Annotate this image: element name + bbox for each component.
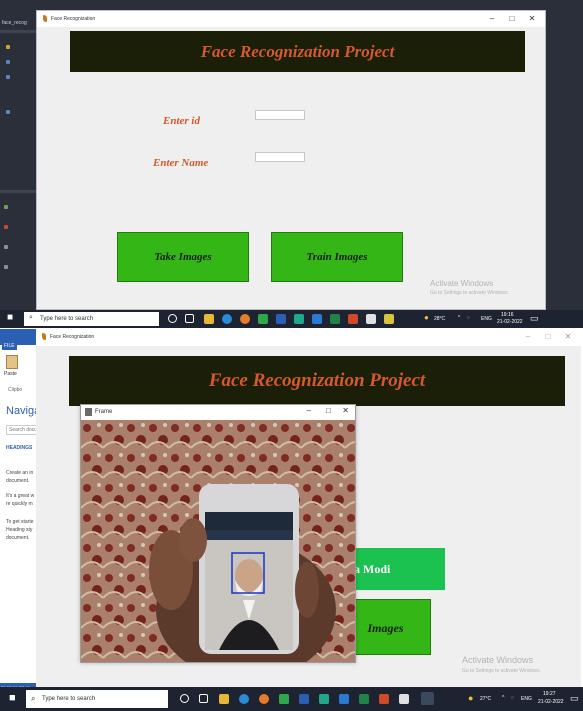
id-label: Enter id	[163, 115, 200, 127]
nav-help-text-1: Create an in document.	[6, 470, 34, 484]
minimize-button[interactable]: –	[519, 331, 537, 343]
weather-icon: ●	[468, 693, 474, 703]
minimize-button[interactable]: –	[483, 13, 501, 25]
nav-help-text-3: To get starte Heading sty document.	[6, 519, 34, 541]
app-banner-2: Face Recognization Project	[69, 356, 565, 406]
search-icon: ⌕	[31, 694, 36, 703]
maximize-button[interactable]: □	[503, 13, 521, 25]
pycharm-icon[interactable]	[319, 694, 329, 704]
file-explorer-icon[interactable]	[204, 314, 214, 324]
language-indicator-2[interactable]: ENG	[521, 696, 532, 702]
ide-project-title: face_recog	[2, 20, 27, 26]
blue-app-icon[interactable]	[339, 694, 349, 704]
window-title-2: Face Recognization	[50, 334, 95, 340]
app-banner: Face Recognization Project	[70, 31, 525, 72]
weather-temp: 28°C	[434, 316, 446, 322]
ide-sidebar: face_recog	[0, 0, 36, 328]
activate-subtitle-2: Go to Settings to activate Windows.	[462, 668, 541, 674]
network-icon[interactable]: ◌	[511, 695, 514, 701]
taskbar-bottom: ■ ⌕ Type here to search ● 27°C ^ ◌ ENG 1…	[0, 687, 583, 711]
close-button[interactable]: ✕	[523, 13, 541, 25]
weather-temp-2: 27°C	[480, 696, 492, 702]
search-icon: ⌕	[29, 314, 33, 321]
feather-icon	[42, 333, 46, 340]
tray-chevron-icon[interactable]: ^	[502, 695, 504, 701]
network-icon[interactable]: ◌	[467, 315, 470, 321]
python-icon[interactable]	[421, 692, 434, 705]
take-images-button[interactable]: Take Images	[117, 232, 249, 282]
feather-icon	[43, 15, 47, 22]
clock-time-2[interactable]: 19:27	[543, 691, 556, 697]
camera-feed	[81, 420, 355, 662]
train-images-button[interactable]: Train Images	[271, 232, 403, 282]
clock-date[interactable]: 21-02-2022	[497, 319, 523, 325]
activate-title: Activate Windows	[430, 279, 494, 288]
blue-app-icon[interactable]	[312, 314, 322, 324]
bottom-panel: FILE Paste Clipbo Naviga Search docu HEA…	[0, 329, 583, 711]
clock-time[interactable]: 19:16	[501, 312, 514, 318]
firefox-icon[interactable]	[259, 694, 269, 704]
notifications-icon[interactable]: ▭	[570, 693, 579, 704]
paste-icon[interactable]	[6, 355, 18, 369]
python-icon[interactable]	[384, 314, 394, 324]
nav-help-text-2: It's a great w re quickly m	[6, 493, 35, 507]
camera-frame-window: Frame – □ ✕	[80, 404, 356, 663]
frame-close-button[interactable]: ✕	[342, 406, 349, 415]
name-input[interactable]	[255, 152, 305, 162]
taskbar-search[interactable]: ⌕ Type here to search	[24, 312, 159, 326]
taskbar-search-2[interactable]: ⌕ Type here to search	[26, 690, 168, 708]
word-icon[interactable]	[276, 314, 286, 324]
search-placeholder: Type here to search	[40, 316, 94, 322]
edge-icon[interactable]	[222, 314, 232, 324]
window-titlebar-2: Face Recognization – □ ✕	[36, 329, 581, 346]
search-placeholder-2: Type here to search	[42, 696, 96, 702]
close-button[interactable]: ✕	[559, 331, 577, 343]
window-title: Face Recognization	[51, 16, 96, 22]
clipboard-label: Clipbo	[8, 387, 23, 393]
windows-start-icon[interactable]: ■	[9, 692, 16, 704]
frame-titlebar: Frame – □ ✕	[81, 405, 355, 420]
word-window: FILE Paste Clipbo Naviga Search docu HEA…	[0, 329, 46, 694]
language-indicator[interactable]: ENG	[481, 316, 492, 322]
cortana-icon[interactable]	[168, 314, 177, 323]
task-view-icon[interactable]	[185, 314, 194, 323]
paste-label[interactable]: Paste	[4, 371, 17, 377]
powerpoint-icon[interactable]	[379, 694, 389, 704]
pycharm-icon[interactable]	[294, 314, 304, 324]
id-input[interactable]	[255, 110, 305, 120]
windows-start-icon[interactable]: ■	[7, 312, 13, 323]
pen-app-icon[interactable]	[399, 694, 409, 704]
frame-title: Frame	[95, 409, 113, 415]
excel-icon[interactable]	[330, 314, 340, 324]
file-explorer-icon[interactable]	[219, 694, 229, 704]
weather-icon: ●	[424, 313, 429, 322]
face-app-window: Face Recognization – □ ✕ Face Recognizat…	[36, 10, 546, 310]
excel-icon[interactable]	[359, 694, 369, 704]
top-panel: face_recog Face Recognization – □ ✕ Face…	[0, 0, 583, 328]
notifications-icon[interactable]: ▭	[530, 313, 539, 324]
task-view-icon[interactable]	[199, 694, 208, 703]
pen-app-icon[interactable]	[366, 314, 376, 324]
maximize-button[interactable]: □	[539, 331, 557, 343]
name-label: Enter Name	[153, 157, 209, 169]
clock-date-2[interactable]: 21-02-2022	[538, 699, 564, 705]
tray-chevron-icon[interactable]: ^	[458, 315, 460, 321]
window-titlebar: Face Recognization – □ ✕	[37, 11, 545, 27]
firefox-icon[interactable]	[240, 314, 250, 324]
headings-tab[interactable]: HEADINGS	[6, 445, 32, 451]
cortana-icon[interactable]	[180, 694, 189, 703]
green-app-icon[interactable]	[258, 314, 268, 324]
word-file-tab[interactable]: FILE	[2, 342, 17, 350]
frame-app-icon	[85, 408, 92, 416]
frame-maximize-button[interactable]: □	[326, 406, 331, 415]
activate-subtitle: Go to Settings to activate Windows.	[430, 290, 509, 296]
taskbar-top: ■ ⌕ Type here to search ● 28°C ^ ◌ ENG 1…	[0, 310, 583, 328]
activate-title-2: Activate Windows	[462, 655, 534, 665]
powerpoint-icon[interactable]	[348, 314, 358, 324]
word-icon[interactable]	[299, 694, 309, 704]
frame-minimize-button[interactable]: –	[307, 406, 311, 415]
green-app-icon[interactable]	[279, 694, 289, 704]
edge-icon[interactable]	[239, 694, 249, 704]
